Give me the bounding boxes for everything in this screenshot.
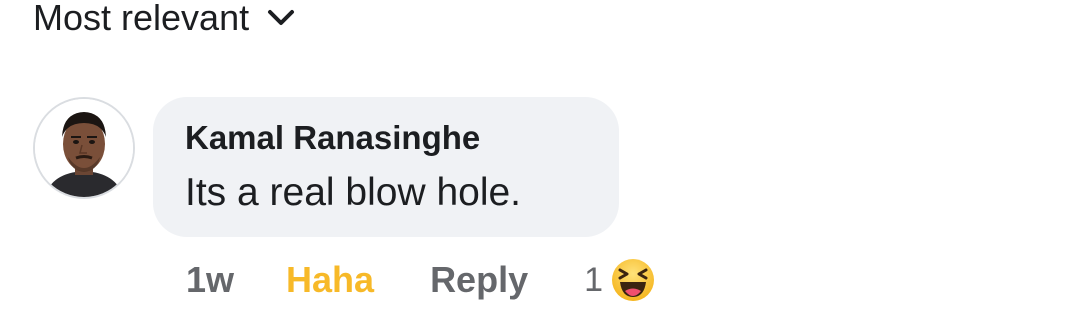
comment-author[interactable]: Kamal Ranasinghe [185, 119, 480, 157]
comment-timestamp[interactable]: 1w [186, 259, 234, 301]
comment-actions: 1w Haha Reply 1 [186, 256, 655, 304]
comment-bubble: Kamal Ranasinghe Its a real blow hole. [153, 97, 619, 237]
reaction-count[interactable]: 1 [584, 261, 603, 300]
reply-button[interactable]: Reply [430, 259, 528, 301]
avatar[interactable] [33, 97, 135, 199]
sort-label: Most relevant [33, 0, 250, 38]
sort-dropdown[interactable]: Most relevant [33, 0, 295, 40]
comments-section: Most relevant Kamal Ranasinghe Its a rea… [0, 0, 1080, 312]
chevron-down-icon [267, 8, 295, 28]
comment-text: Its a real blow hole. [185, 171, 522, 214]
reaction-button[interactable]: Haha [286, 259, 374, 301]
haha-emoji-icon[interactable] [611, 258, 655, 302]
